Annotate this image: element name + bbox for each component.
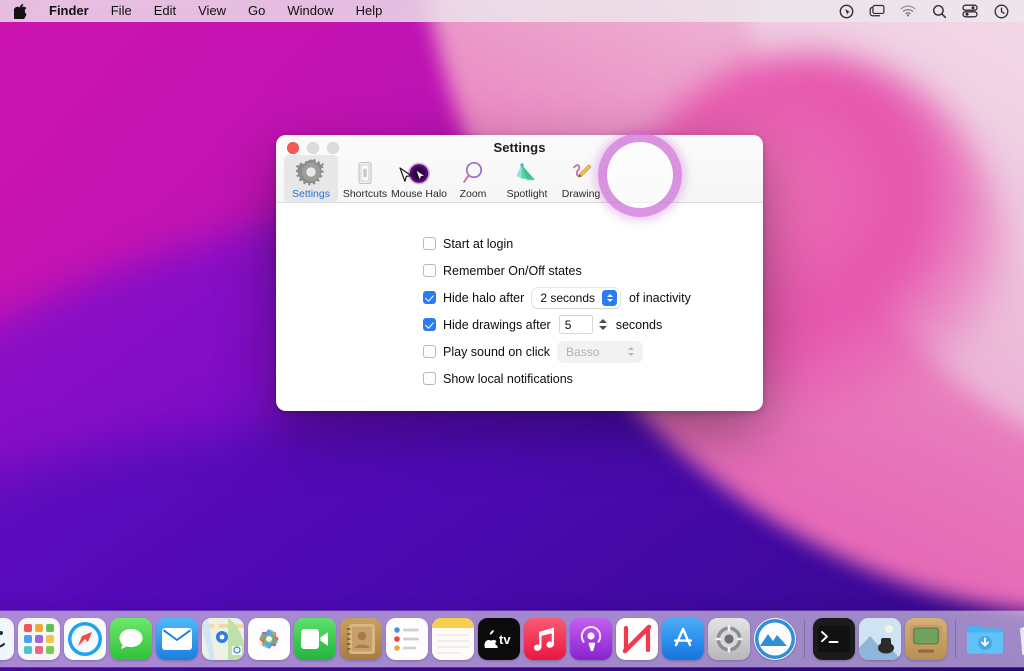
row-hide-halo: Hide halo after 2 seconds of inactivity: [276, 284, 763, 311]
dock-item-news[interactable]: [616, 618, 658, 660]
settings-pane: Start at login Remember On/Off states Hi…: [276, 202, 763, 392]
dock-item-maps[interactable]: [202, 618, 244, 660]
hide-drawings-unit: seconds: [616, 318, 663, 332]
hide-drawings-label: Hide drawings after: [443, 318, 551, 332]
dock-item-mouse-halo[interactable]: [754, 618, 796, 660]
start-at-login-checkbox[interactable]: [423, 237, 436, 250]
dock-item-preview[interactable]: [859, 618, 901, 660]
apple-menu-icon[interactable]: [0, 0, 38, 22]
menu-bar-status-area: [833, 0, 1014, 22]
dock-item-contacts[interactable]: [340, 618, 382, 660]
dock-item-finder[interactable]: [0, 618, 14, 660]
mouse-halo-icon: [405, 157, 433, 187]
settings-window: Settings Settings: [276, 135, 763, 411]
hide-drawings-checkbox[interactable]: [423, 318, 436, 331]
pencil-icon: [567, 157, 595, 187]
toolbar-tab-shortcuts[interactable]: Shortcuts: [338, 155, 392, 203]
menu-item-go[interactable]: Go: [237, 0, 276, 22]
hide-halo-label: Hide halo after: [443, 291, 524, 305]
start-at-login-label: Start at login: [443, 237, 513, 251]
row-start-at-login: Start at login: [276, 230, 763, 257]
menu-item-edit[interactable]: Edit: [143, 0, 187, 22]
show-notifications-checkbox[interactable]: [423, 372, 436, 385]
wifi-icon[interactable]: [895, 0, 921, 22]
dock-item-safari[interactable]: [64, 618, 106, 660]
chevron-updown-icon-disabled: [626, 344, 636, 360]
screen-mirroring-icon[interactable]: [864, 0, 890, 22]
mouse-halo-status-icon[interactable]: [833, 0, 859, 22]
hide-halo-checkbox[interactable]: [423, 291, 436, 304]
toolbar-tab-spotlight[interactable]: Spotlight: [500, 155, 554, 203]
menu-app-name[interactable]: Finder: [38, 0, 100, 22]
toolbar-tab-drawing-label: Drawing: [562, 188, 601, 200]
gear-icon: [296, 157, 326, 187]
menu-item-window[interactable]: Window: [276, 0, 344, 22]
dock-item-trash[interactable]: [1010, 618, 1024, 660]
hide-drawings-value: 5: [565, 318, 572, 332]
hide-drawings-stepper[interactable]: [598, 316, 609, 334]
hide-drawings-input[interactable]: 5: [559, 315, 593, 334]
menu-item-file[interactable]: File: [100, 0, 143, 22]
toolbar-tab-zoom-label: Zoom: [460, 188, 487, 200]
play-sound-label: Play sound on click: [443, 345, 550, 359]
magnifier-icon: [459, 157, 487, 187]
menu-bar: Finder File Edit View Go Window Help: [0, 0, 1024, 22]
control-center-icon[interactable]: [957, 0, 983, 22]
toolbar-tab-shortcuts-label: Shortcuts: [343, 188, 387, 200]
dock-item-podcasts[interactable]: [570, 618, 612, 660]
toolbar-tab-mouse-halo[interactable]: Mouse Halo: [392, 155, 446, 203]
toolbar-tab-zoom[interactable]: Zoom: [446, 155, 500, 203]
hide-halo-delay-value: 2 seconds: [540, 291, 595, 305]
dock-item-system-preferences[interactable]: [708, 618, 750, 660]
toolbar-tab-spotlight-label: Spotlight: [507, 188, 548, 200]
dock: tv: [0, 611, 1024, 667]
toolbar-tab-settings-label: Settings: [292, 188, 330, 200]
menu-bar-left: Finder File Edit View Go Window Help: [0, 0, 393, 22]
spotlight-search-icon[interactable]: [926, 0, 952, 22]
menu-item-help[interactable]: Help: [345, 0, 394, 22]
settings-toolbar: Settings Shortcuts: [284, 155, 608, 203]
hide-halo-delay-select[interactable]: 2 seconds: [532, 288, 620, 308]
dock-item-photos[interactable]: [248, 618, 290, 660]
menu-item-view[interactable]: View: [187, 0, 237, 22]
dock-item-mail[interactable]: [156, 618, 198, 660]
play-sound-checkbox[interactable]: [423, 345, 436, 358]
dock-item-app-store[interactable]: [662, 618, 704, 660]
show-notifications-label: Show local notifications: [443, 372, 573, 386]
chevron-updown-icon: [602, 290, 617, 306]
dock-item-reminders[interactable]: [386, 618, 428, 660]
row-hide-drawings: Hide drawings after 5 seconds: [276, 311, 763, 338]
row-remember-states: Remember On/Off states: [276, 257, 763, 284]
dock-item-music[interactable]: [524, 618, 566, 660]
window-title: Settings: [276, 140, 763, 155]
dock-item-downloads-folder[interactable]: [964, 618, 1006, 660]
hide-halo-suffix: of inactivity: [629, 291, 691, 305]
spotlight-beam-icon: [513, 157, 541, 187]
keyboard-key-icon: [351, 157, 379, 187]
toolbar-tab-drawing[interactable]: Drawing: [554, 155, 608, 203]
dock-item-retro-app[interactable]: [905, 618, 947, 660]
svg-text:tv: tv: [499, 632, 511, 647]
dock-item-terminal[interactable]: [813, 618, 855, 660]
toolbar-divider: [276, 202, 763, 203]
row-show-notifications: Show local notifications: [276, 365, 763, 392]
window-titlebar[interactable]: Settings Settings: [276, 135, 763, 202]
row-play-sound: Play sound on click Basso: [276, 338, 763, 365]
play-sound-select[interactable]: Basso: [558, 342, 642, 362]
dock-divider-2: [955, 620, 956, 658]
dock-item-tv[interactable]: tv: [478, 618, 520, 660]
toolbar-tab-settings[interactable]: Settings: [284, 155, 338, 203]
dock-item-messages[interactable]: [110, 618, 152, 660]
remember-states-checkbox[interactable]: [423, 264, 436, 277]
toolbar-tab-mouse-halo-label: Mouse Halo: [391, 188, 447, 200]
dock-item-notes[interactable]: [432, 618, 474, 660]
dock-divider-1: [804, 620, 805, 658]
dock-item-launchpad[interactable]: [18, 618, 60, 660]
dock-item-facetime[interactable]: [294, 618, 336, 660]
play-sound-value: Basso: [566, 345, 621, 359]
remember-states-label: Remember On/Off states: [443, 264, 582, 278]
clock-icon[interactable]: [988, 0, 1014, 22]
